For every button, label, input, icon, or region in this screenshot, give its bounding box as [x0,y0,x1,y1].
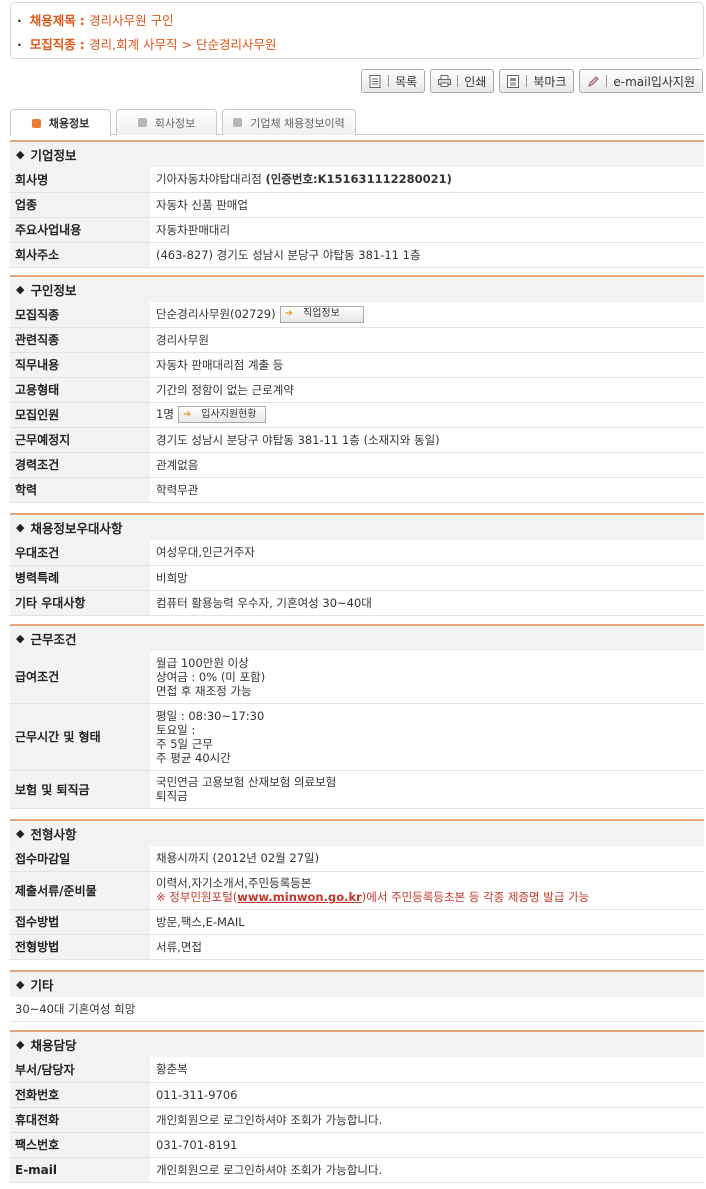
table-row: 접수방법 방문,팩스,E-MAIL [10,909,704,935]
section-header: ◆ 근무조건 [10,624,704,651]
summary-title-line: · 채용제목 : 경리사무원 구인 [17,13,174,28]
selection-section: ◆ 전형사항 접수마감일 채용시까지 (2012년 02월 27일) 제출서류/준… [10,819,704,960]
table-row: 관련직종 경리사무원 [10,327,704,353]
table-row: 우대조건 여성우대,인근거주자 [10,540,704,566]
diamond-icon: ◆ [16,978,25,991]
diamond-icon: ◆ [16,632,25,645]
section-header: ◆ 채용담당 [10,1030,704,1057]
diamond-icon: ◆ [16,827,25,840]
table-row: 주요사업내용 자동차판매대리 [10,217,704,243]
table-row: 보험 및 퇴직금 국민연금 고용보험 산재보험 의료보험 퇴직금 [10,770,704,809]
table-row: 병력특례 비희망 [10,565,704,591]
contact-section: ◆ 채용담당 부서/담당자 황춘복 전화번호 011-311-9706 휴대전화 … [10,1030,704,1183]
summary-job-line: · 모집직종 : 경리,회계 사무직 > 단순경리사무원 [17,37,277,52]
list-button[interactable]: 목록 [361,69,426,93]
pencil-icon [586,74,600,88]
etc-section: ◆ 기타 30~40대 기혼여성 희망 [10,970,704,1022]
bookmark-button[interactable]: 북마크 [499,69,575,93]
section-header: ◆ 기업정보 [10,140,704,167]
table-row: 급여조건 월급 100만원 이상 상여금 : 0% (미 포함) 면접 후 재조… [10,651,704,704]
arrow-right-icon: ➜ [284,308,294,320]
section-header: ◆ 기타 [10,970,704,997]
diamond-icon: ◆ [16,1038,25,1051]
table-row: 제출서류/준비물 이력서,자기소개서,주민등록등본 ※ 정부민원포털(www.m… [10,871,704,910]
table-row: 접수마감일 채용시까지 (2012년 02월 27일) [10,846,704,872]
recruit-section: ◆ 구인정보 모집직종 단순경리사무원(02729) ➜ 직업정보 관련직종 경리사무… [10,275,704,503]
table-row: 회사주소 (463-827) 경기도 성남시 분당구 야탑동 381-11 1층 [10,242,704,268]
table-row: 모집직종 단순경리사무원(02729) ➜ 직업정보 [10,302,704,328]
conditions-section: ◆ 근무조건 급여조건 월급 100만원 이상 상여금 : 0% (미 포함) 면… [10,624,704,809]
diamond-icon: ◆ [16,148,25,161]
table-row: 경력조건 관계없음 [10,452,704,478]
application-status-button[interactable]: ➜ 입사지원현황 [177,406,266,423]
section-header: ◆ 전형사항 [10,819,704,846]
section-header: ◆ 채용정보우대사항 [10,513,704,540]
email-apply-button-label: e-mail입사지원 [613,74,695,89]
job-summary-box: · 채용제목 : 경리사무원 구인 · 모집직종 : 경리,회계 사무직 > 단… [10,2,704,59]
preference-table: 우대조건 여성우대,인근거주자 병력특례 비희망 기타 우대사항 컴퓨터 활용능… [10,540,704,616]
printer-icon [437,74,451,88]
minwon-link[interactable]: www.minwon.go.kr [237,890,362,904]
etc-text: 30~40대 기혼여성 희망 [10,997,704,1022]
certification-number: (인증번호:K151631112280021) [265,172,452,187]
tab-company-history[interactable]: 기업체 채용정보이력 [222,109,356,135]
company-section: ◆ 기업정보 회사명 기아자동차야탑대리점 (인증번호:K151631112280… [10,140,704,268]
recruit-table: 모집직종 단순경리사무원(02729) ➜ 직업정보 관련직종 경리사무원 직무내용… [10,302,704,503]
diamond-icon: ◆ [16,521,25,534]
table-row: 팩스번호 031-701-8191 [10,1132,704,1158]
tab-company-info[interactable]: 회사정보 [116,109,217,135]
tab-marker-icon [233,118,243,127]
selection-table: 접수마감일 채용시까지 (2012년 02월 27일) 제출서류/준비물 이력서… [10,846,704,960]
list-button-label: 목록 [395,74,418,89]
table-row: 고용형태 기간의 정함이 없는 근로계약 [10,377,704,403]
company-table: 회사명 기아자동차야탑대리점 (인증번호:K151631112280021) 업… [10,167,704,268]
tab-marker-icon [31,118,41,128]
table-row: 학력 학력무관 [10,477,704,503]
tab-marker-icon [137,118,147,127]
table-row: 전화번호 011-311-9706 [10,1082,704,1108]
table-row: 근무예정지 경기도 성남시 분당구 야탑동 381-11 1층 (소재지와 동일… [10,427,704,453]
diamond-icon: ◆ [16,283,25,296]
job-info-button[interactable]: ➜ 직업정보 [279,305,364,323]
table-row: E-mail 개인회원으로 로그인하셔야 조회가 가능합니다. [10,1157,704,1183]
toolbar: 목록 인쇄 북마크 e-mail입사지원 [361,69,703,93]
minwon-notice: ※ 정부민원포털(www.minwon.go.kr)에서 주민등록등초본 등 각… [156,890,590,904]
table-row: 업종 자동차 신품 판매업 [10,192,704,218]
email-apply-button[interactable]: e-mail입사지원 [579,69,703,93]
table-row: 직무내용 자동차 판매대리점 계출 등 [10,352,704,378]
summary-title-label: 채용제목 [29,13,76,28]
print-button-label: 인쇄 [464,74,487,89]
conditions-table: 급여조건 월급 100만원 이상 상여금 : 0% (미 포함) 면접 후 재조… [10,651,704,809]
preference-section: ◆ 채용정보우대사항 우대조건 여성우대,인근거주자 병력특례 비희망 기타 우대… [10,513,704,616]
print-button[interactable]: 인쇄 [430,69,495,93]
bookmark-button-label: 북마크 [533,74,567,89]
bookmark-icon [506,74,520,88]
summary-job-value: 경리,회계 사무직 > 단순경리사무원 [89,37,277,52]
table-row: 휴대전화 개인회원으로 로그인하셔야 조회가 가능합니다. [10,1107,704,1133]
info-tabs: 채용정보 회사정보 기업체 채용정보이력 [10,109,704,136]
arrow-right-icon: ➜ [182,408,192,420]
table-row: 기타 우대사항 컴퓨터 활용능력 우수자, 기혼여성 30~40대 [10,590,704,616]
list-icon [368,74,382,88]
company-name: 기아자동차야탑대리점 [156,172,262,187]
section-header: ◆ 구인정보 [10,275,704,302]
table-row: 근무시간 및 형태 평일 : 08:30~17:30 토요일 : 주 5일 근무… [10,703,704,771]
table-row: 부서/담당자 황춘복 [10,1057,704,1083]
table-row: 모집인원 1명 ➜ 입사지원현황 [10,402,704,428]
contact-table: 부서/담당자 황춘복 전화번호 011-311-9706 휴대전화 개인회원으로… [10,1057,704,1183]
summary-job-label: 모집직종 [29,37,76,52]
summary-title-value: 경리사무원 구인 [89,13,174,28]
table-row: 전형방법 서류,면접 [10,934,704,960]
table-row: 회사명 기아자동차야탑대리점 (인증번호:K151631112280021) [10,167,704,193]
tab-job-info[interactable]: 채용정보 [10,109,111,136]
